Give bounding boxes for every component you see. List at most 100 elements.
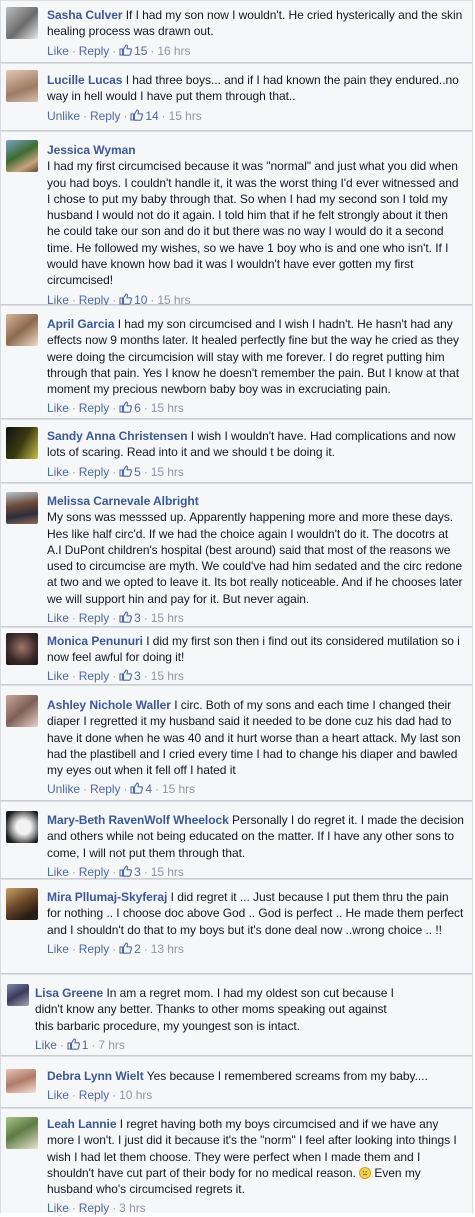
thumbs-up-icon [119,293,133,305]
avatar[interactable] [6,492,38,524]
timestamp[interactable]: 15 hrs [151,465,184,479]
commenter-name[interactable]: Lucille Lucas [47,73,122,87]
timestamp[interactable]: 15 hrs [151,611,184,625]
comment: Lisa Greene In am a regret mom. I had my… [0,974,473,1056]
comment-text: My sons was messsed up. Apparently happe… [47,510,463,606]
reply-button[interactable]: Reply [79,669,109,683]
comment: April Garcia I had my son circumcised an… [0,305,473,419]
commenter-name[interactable]: Ashley Nichole Waller [47,698,171,712]
timestamp[interactable]: 13 hrs [151,942,184,956]
commenter-name[interactable]: Lisa Greene [35,986,103,1000]
like-count[interactable]: 2 [119,942,141,956]
thumbs-up-icon [130,109,144,121]
commenter-name[interactable]: Monica Penunuri [47,634,143,648]
thumbs-up-icon [119,865,133,877]
reply-button[interactable]: Reply [90,782,120,796]
commenter-name[interactable]: Melissa Carnevale Albright [47,494,199,508]
comment-actions: Unlike · Reply · 4 · 15 hrs [47,782,196,797]
timestamp[interactable]: 15 hrs [151,401,184,415]
comment-actions: Unlike · Reply · 14 · 15 hrs [47,108,202,123]
like-button[interactable]: Like [35,1038,57,1052]
timestamp[interactable]: 3 hrs [119,1201,145,1215]
comment: Mira Pllumaj-Skyferaj I did regret it ..… [0,879,473,974]
reply-button[interactable]: Reply [79,465,109,479]
reply-button[interactable]: Reply [79,611,109,625]
commenter-name[interactable]: Mary-Beth RavenWolf Wheelock [47,813,229,827]
avatar[interactable] [7,984,29,1006]
commenter-name[interactable]: Leah Lannie [47,1117,117,1131]
like-count[interactable]: 1 [67,1038,88,1052]
timestamp[interactable]: 10 hrs [119,1088,152,1102]
like-count[interactable]: 5 [119,465,141,479]
like-count[interactable]: 14 [130,109,159,123]
avatar[interactable] [6,811,38,843]
comment-actions: Like · Reply · 3 · 15 hrs [47,611,184,626]
like-count[interactable]: 6 [119,401,141,415]
comment: Leah Lannie I regret having both my boys… [0,1108,473,1216]
comment-actions: Like · Reply · 5 · 15 hrs [47,464,184,479]
reply-button[interactable]: Reply [79,1201,109,1215]
reply-button[interactable]: Reply [79,942,109,956]
comment-actions: Like · Reply · 6 · 15 hrs [47,401,184,416]
like-button[interactable]: Like [47,1201,69,1215]
like-button[interactable]: Like [47,669,69,683]
timestamp[interactable]: 7 hrs [98,1038,124,1052]
commenter-name[interactable]: Sandy Anna Christensen [47,429,188,443]
avatar[interactable] [6,695,38,727]
timestamp[interactable]: 15 hrs [151,865,184,879]
timestamp[interactable]: 15 hrs [151,669,184,683]
timestamp[interactable]: 16 hrs [157,44,190,58]
avatar[interactable] [6,427,38,459]
like-count[interactable]: 15 [119,44,147,58]
reply-button[interactable]: Reply [79,865,109,879]
like-button[interactable]: Like [47,942,69,956]
commenter-name[interactable]: Jessica Wyman [47,143,136,157]
reply-button[interactable]: Reply [79,1088,109,1102]
thumbs-up-icon [119,611,133,623]
commenter-name[interactable]: April Garcia [47,317,114,331]
timestamp[interactable]: 15 hrs [169,109,202,123]
like-button[interactable]: Like [47,1088,69,1102]
confused-face-icon [359,1166,372,1179]
like-count[interactable]: 3 [119,611,141,625]
reply-button[interactable]: Reply [90,109,120,123]
commenter-name[interactable]: Sasha Culver [47,8,122,22]
comment: Sandy Anna Christensen I wish I wouldn't… [0,419,473,483]
like-button[interactable]: Like [47,401,69,415]
comment: Lucille Lucas I had three boys... and if… [0,63,473,131]
unlike-button[interactable]: Unlike [47,782,80,796]
like-count[interactable]: 3 [119,669,141,683]
like-button[interactable]: Like [47,611,69,625]
like-count[interactable]: 3 [119,865,141,879]
avatar[interactable] [6,314,38,346]
avatar[interactable] [6,1069,36,1093]
unlike-button[interactable]: Unlike [47,109,80,123]
like-count[interactable]: 4 [130,782,152,796]
timestamp[interactable]: 15 hrs [162,782,195,796]
avatar[interactable] [6,1117,38,1149]
reply-button[interactable]: Reply [79,401,109,415]
reply-button[interactable]: Reply [79,44,109,58]
comment: Debra Lynn Wielt Yes because I remembere… [0,1056,473,1108]
commenter-name[interactable]: Debra Lynn Wielt [47,1069,144,1083]
comment: Mary-Beth RavenWolf Wheelock Personally … [0,801,473,879]
avatar[interactable] [6,633,38,665]
thumbs-up-icon [67,1038,80,1050]
avatar[interactable] [6,888,38,920]
avatar[interactable] [6,7,38,39]
like-button[interactable]: Like [47,44,69,58]
like-button[interactable]: Like [47,865,69,879]
comment-actions: Like · 1 · 7 hrs [35,1037,125,1052]
thumbs-up-icon [119,401,133,414]
thumbs-up-icon [119,44,133,56]
commenter-name[interactable]: Mira Pllumaj-Skyferaj [47,890,167,904]
comment-actions: Like · Reply · 10 hrs [47,1088,153,1103]
comment-actions: Like · Reply · 3 hrs [47,1201,146,1216]
avatar[interactable] [6,70,38,102]
comment: Jessica Wyman I had my first circumcised… [0,131,473,307]
avatar[interactable] [6,140,38,172]
thumbs-up-icon [119,669,133,681]
thumbs-up-icon [119,465,133,477]
like-button[interactable]: Like [47,465,69,479]
comment-actions: Like · Reply · 2 · 13 hrs [47,941,184,956]
